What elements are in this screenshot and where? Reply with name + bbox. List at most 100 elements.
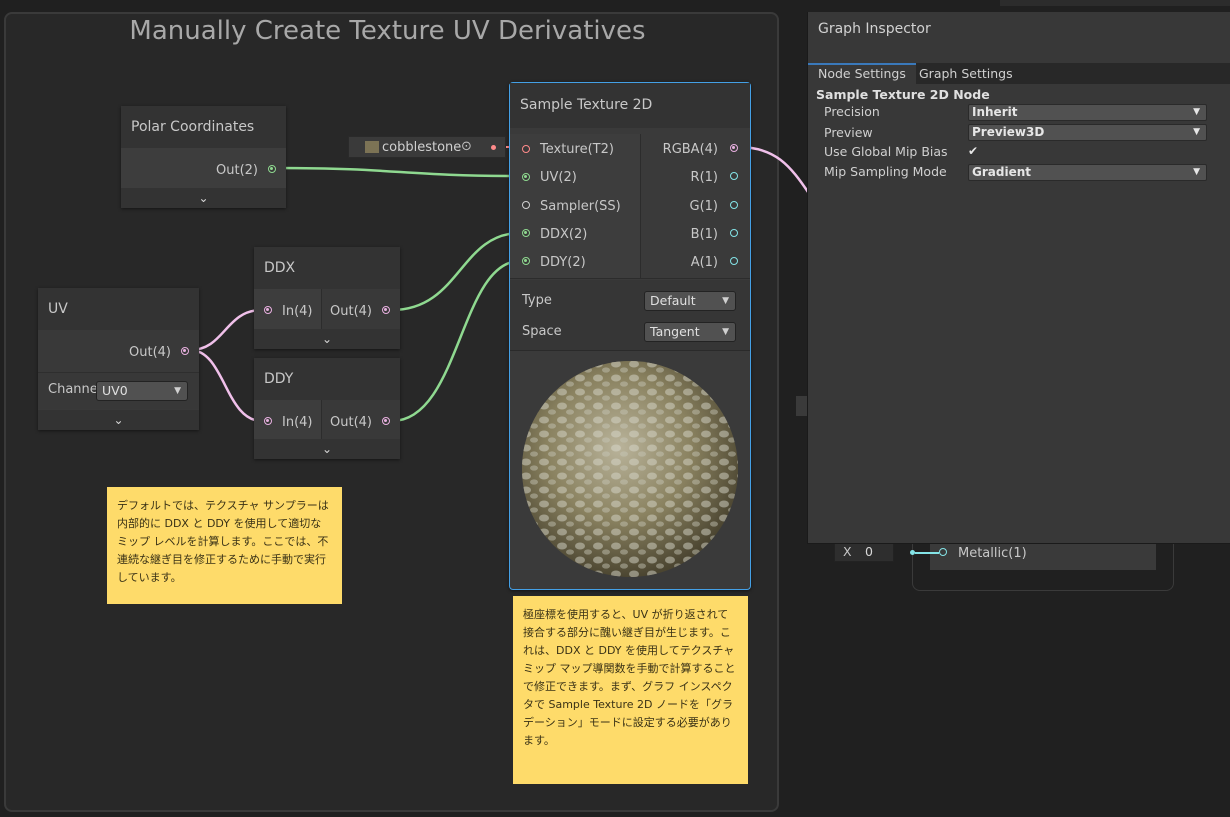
metallic-port[interactable]	[939, 548, 947, 556]
output-label-b: B(1)	[690, 227, 718, 242]
metallic-value-field[interactable]: X 0	[834, 542, 894, 562]
node-title[interactable]: DDX	[254, 247, 400, 289]
input-port-sampler[interactable]	[522, 201, 530, 209]
global-mip-bias-label: Use Global Mip Bias	[824, 144, 948, 159]
x-label: X	[843, 544, 852, 559]
collapse-chevron-icon[interactable]: ⌄	[254, 329, 400, 349]
port-label-out: Out(4)	[129, 345, 171, 360]
type-label: Type	[522, 293, 552, 308]
output-label-rgba: RGBA(4)	[662, 142, 718, 157]
input-port-uv[interactable]	[522, 173, 530, 181]
polar-coordinates-node[interactable]: Polar Coordinates Out(2) ⌄	[121, 106, 286, 208]
input-port[interactable]	[264, 417, 272, 425]
sticky-note-bottom[interactable]: 極座標を使用すると、UV が折り返されて接合する部分に醜い継ぎ目が生じます。これ…	[513, 596, 748, 784]
graph-inspector-panel[interactable]: Graph Inspector Node Settings Graph Sett…	[807, 12, 1230, 544]
wire-uv-to-ddx	[189, 308, 263, 352]
input-label-sampler: Sampler(SS)	[540, 199, 621, 214]
mip-sampling-mode-label: Mip Sampling Mode	[824, 164, 947, 179]
chevron-down-icon: ▼	[174, 386, 181, 396]
output-label-g: G(1)	[689, 199, 719, 214]
collapse-chevron-icon[interactable]: ⌄	[121, 188, 286, 208]
space-value: Tangent	[650, 324, 700, 339]
collapse-chevron-icon[interactable]: ⌄	[254, 439, 400, 459]
wire-ddx-to-ddx	[391, 231, 521, 312]
wire-polar-to-uv	[275, 166, 521, 178]
node-title[interactable]: Polar Coordinates	[121, 106, 286, 148]
sticky-note-left[interactable]: デフォルトでは、テクスチャ サンプラーは内部的に DDX と DDY を使用して…	[107, 487, 342, 604]
node-ports	[121, 148, 286, 188]
port-label-out: Out(2)	[216, 163, 258, 178]
wire-ddy-to-ddy	[391, 259, 521, 423]
ddx-node[interactable]: DDX In(4) Out(4) ⌄	[254, 247, 400, 349]
tab-node-settings[interactable]: Node Settings	[808, 63, 916, 84]
texture-thumbnail-icon	[365, 141, 379, 153]
type-value: Default	[650, 293, 696, 308]
chevron-down-icon: ▼	[722, 327, 729, 337]
collapse-chevron-icon[interactable]: ⌄	[38, 410, 199, 430]
metallic-label: Metallic(1)	[958, 546, 1027, 561]
output-port[interactable]	[181, 347, 189, 355]
space-label: Space	[522, 324, 562, 339]
texture-name: cobblestone	[382, 140, 462, 155]
output-port-r[interactable]	[730, 172, 738, 180]
input-port-ddy[interactable]	[522, 257, 530, 265]
output-port-rgba[interactable]	[730, 144, 738, 152]
output-port-a[interactable]	[730, 257, 738, 265]
output-port-b[interactable]	[730, 229, 738, 237]
object-picker-icon[interactable]: ⊙	[461, 139, 472, 154]
mip-sampling-mode-dropdown[interactable]: Gradient ▼	[968, 164, 1207, 181]
sample-texture-2d-node[interactable]: Sample Texture 2D Texture(T2) UV(2) Samp…	[509, 82, 751, 590]
ddy-node[interactable]: DDY In(4) Out(4) ⌄	[254, 358, 400, 459]
precision-label: Precision	[824, 104, 880, 119]
input-port[interactable]	[264, 306, 272, 314]
preview-sphere[interactable]	[520, 359, 740, 581]
input-port-texture[interactable]	[522, 145, 530, 153]
input-label-texture: Texture(T2)	[540, 142, 614, 157]
output-port[interactable]	[268, 165, 276, 173]
tab-graph-settings[interactable]: Graph Settings	[909, 63, 1023, 84]
input-label-uv: UV(2)	[540, 170, 577, 185]
texture-property-node[interactable]: cobblestone ⊙	[348, 136, 506, 158]
divider	[510, 278, 750, 279]
chevron-down-icon: ▼	[722, 296, 729, 306]
channel-value: UV0	[102, 383, 128, 398]
chevron-down-icon: ▼	[1193, 107, 1200, 117]
uv-node[interactable]: UV Out(4) Channe UV0 ▼ ⌄	[38, 288, 199, 430]
node-title[interactable]: UV	[38, 288, 199, 330]
metallic-wire	[915, 552, 939, 554]
hidden-element-edge	[796, 396, 807, 416]
output-port[interactable]	[382, 417, 390, 425]
global-mip-bias-checkbox[interactable]: ✔	[968, 144, 978, 158]
precision-dropdown[interactable]: Inherit ▼	[968, 104, 1207, 121]
wire-uv-to-ddy	[189, 348, 263, 423]
chevron-down-icon: ▼	[1193, 167, 1200, 177]
output-port-g[interactable]	[730, 201, 738, 209]
port-label-out: Out(4)	[330, 415, 372, 430]
channel-label: Channe	[48, 382, 98, 397]
preview-label: Preview	[824, 125, 873, 140]
section-header: Sample Texture 2D Node	[816, 87, 990, 102]
inspector-title: Graph Inspector	[818, 21, 931, 37]
precision-value: Inherit	[972, 105, 1018, 119]
output-port[interactable]	[382, 306, 390, 314]
space-dropdown[interactable]: Tangent ▼	[644, 322, 736, 342]
node-title[interactable]: DDY	[254, 358, 400, 400]
inspector-tabs: Node Settings Graph Settings	[808, 63, 1230, 84]
type-dropdown[interactable]: Default ▼	[644, 291, 736, 311]
x-value: 0	[865, 544, 873, 559]
port-label-in: In(4)	[282, 304, 313, 319]
texture-output-port[interactable]	[491, 145, 496, 150]
input-label-ddx: DDX(2)	[540, 227, 588, 242]
mip-sampling-mode-value: Gradient	[972, 165, 1031, 179]
port-label-out: Out(4)	[330, 304, 372, 319]
node-title[interactable]: Sample Texture 2D	[510, 83, 750, 128]
output-label-r: R(1)	[690, 170, 718, 185]
input-label-ddy: DDY(2)	[540, 255, 586, 270]
preview-dropdown[interactable]: Preview3D ▼	[968, 124, 1207, 141]
chevron-down-icon: ▼	[1193, 127, 1200, 137]
input-port-ddx[interactable]	[522, 229, 530, 237]
port-label-in: In(4)	[282, 415, 313, 430]
output-label-a: A(1)	[690, 255, 718, 270]
channel-dropdown[interactable]: UV0 ▼	[96, 381, 188, 401]
channel-row: Channe UV0 ▼	[38, 372, 199, 409]
